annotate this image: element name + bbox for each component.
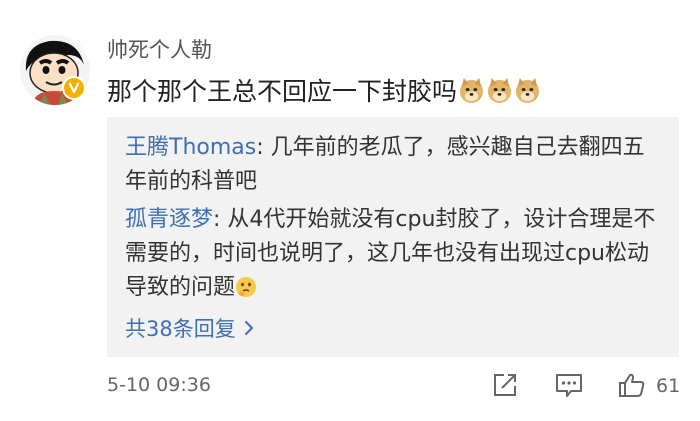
replies-panel[interactable]: 王腾Thomas: 几年前的老瓜了，感兴趣自己去翻四五年前的科普吧 孤青逐梦: … <box>107 117 679 357</box>
doge-emoji-icon <box>459 77 484 103</box>
username[interactable]: 帅死个人勒 <box>107 34 212 64</box>
reply-author[interactable]: 王腾Thomas <box>125 135 256 160</box>
thinking-emoji-icon <box>236 277 257 297</box>
doge-emoji-icon <box>515 77 540 103</box>
chevron-right-icon <box>244 321 253 335</box>
reply-item[interactable]: 孤青逐梦: 从4代开始就没有cpu封胶了，设计合理是不需要的，时间也说明了，这几… <box>125 203 665 305</box>
share-button[interactable] <box>492 372 518 398</box>
comment-body: 那个那个王总不回应一下封胶吗 <box>107 77 458 106</box>
reply-separator: : <box>213 207 228 232</box>
doge-emoji-icon <box>487 77 512 103</box>
reply-item[interactable]: 王腾Thomas: 几年前的老瓜了，感兴趣自己去翻四五年前的科普吧 <box>125 131 665 199</box>
more-replies-label: 共38条回复 <box>125 317 236 341</box>
like-icon <box>619 373 645 397</box>
like-button[interactable] <box>618 372 646 398</box>
verified-badge-icon <box>62 76 86 100</box>
comment-text: 那个那个王总不回应一下封胶吗 <box>107 72 541 108</box>
reply-separator: : <box>256 135 271 160</box>
comment-button[interactable] <box>555 372 583 398</box>
share-icon <box>494 374 516 396</box>
comment-icon <box>556 374 582 397</box>
reply-author[interactable]: 孤青逐梦 <box>125 207 213 232</box>
like-count: 61 <box>656 375 681 397</box>
more-replies-link[interactable]: 共38条回复 <box>125 313 254 343</box>
timestamp: 5-10 09:36 <box>107 374 211 396</box>
